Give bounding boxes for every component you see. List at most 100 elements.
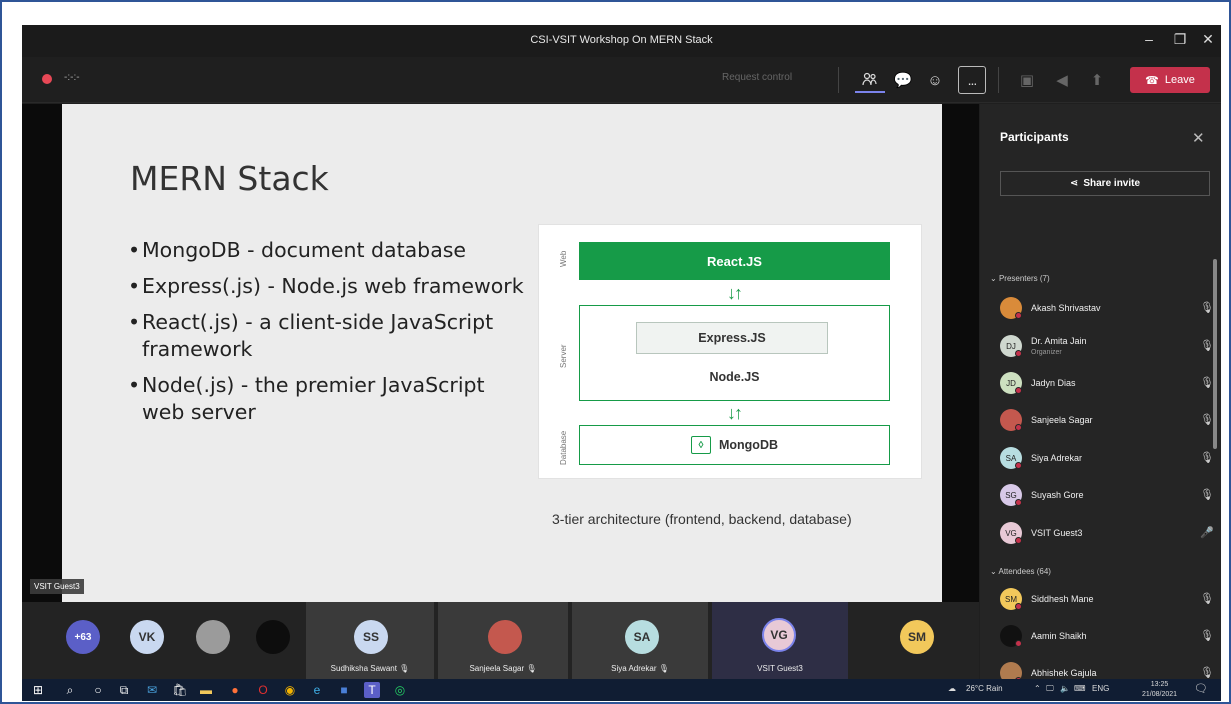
search-icon[interactable]: ⌕	[62, 682, 78, 698]
toolbar-divider	[838, 67, 839, 93]
node-label: Node.JS	[709, 370, 760, 384]
share-invite-button[interactable]: ⋖ Share invite	[1000, 171, 1210, 196]
participant-name: Suyash Gore	[1031, 490, 1084, 500]
close-icon[interactable]: ✕	[1198, 31, 1218, 48]
windows-start-icon[interactable]: ⊞	[30, 682, 46, 698]
system-clock[interactable]: 13:25 21/08/2021	[1142, 680, 1177, 700]
request-control-button[interactable]: Request control	[722, 72, 792, 83]
participant-tile[interactable]	[246, 602, 308, 679]
participant-name: Jadyn Dias	[1031, 378, 1076, 388]
overflow-count: +63	[66, 620, 100, 654]
database-icon: ◊	[690, 436, 711, 454]
presenters-header[interactable]: ⌄ Presenters (7)	[990, 274, 1050, 283]
language-indicator[interactable]: ENG	[1092, 684, 1109, 693]
participant-role: Organizer	[1031, 349, 1062, 356]
participant-tile[interactable]: SA Siya Adrekar 🎙	[572, 602, 708, 679]
tile-name: Sanjeela Sagar 🎙	[469, 664, 537, 673]
participant-row[interactable]: Sanjeela Sagar 🎙	[1000, 406, 1214, 436]
participant-tile[interactable]: SS Sudhiksha Sawant 🎙	[306, 602, 434, 679]
teams-icon[interactable]: T	[364, 682, 380, 698]
status-badge	[1015, 424, 1022, 431]
mic-muted-icon: 🎙	[1200, 667, 1214, 679]
keyboard-icon[interactable]: ⌨	[1074, 684, 1086, 693]
minimize-icon[interactable]: –	[1139, 31, 1159, 47]
participant-tile[interactable]: Sanjeela Sagar 🎙	[438, 602, 568, 679]
mic-muted-icon: 🎙	[1200, 452, 1214, 464]
participant-row[interactable]: SG Suyash Gore 🎙	[1000, 481, 1214, 511]
participant-row[interactable]: SA Siya Adrekar 🎙	[1000, 444, 1214, 474]
participant-name: Sanjeela Sagar	[1031, 415, 1093, 425]
notifications-icon[interactable]: 🗨	[1194, 682, 1208, 695]
participant-tile-active[interactable]: VG VSIT Guest3	[712, 602, 848, 679]
reactions-button[interactable]: ☺	[920, 67, 950, 93]
slide-bullet: Node(.js) - the premier JavaScript web s…	[128, 372, 528, 426]
mail-icon[interactable]: ✉	[144, 682, 160, 698]
leave-button[interactable]: ☎ Leave	[1130, 67, 1210, 93]
chat-button[interactable]: 💬	[888, 67, 918, 93]
participant-row[interactable]: SM Siddhesh Mane 🎙	[1000, 585, 1214, 615]
cortana-icon[interactable]: ○	[90, 682, 106, 698]
avatar-photo	[256, 620, 290, 654]
close-icon[interactable]: ✕	[1192, 129, 1205, 147]
presenter-name-tag: VSIT Guest3	[30, 579, 84, 594]
maximize-icon[interactable]: ❐	[1170, 31, 1190, 48]
avatar: VK	[130, 620, 164, 654]
meeting-toolbar: -:-:- Request control 💬 ☺ ... ▣ ◀ ⬆ ☎ Le…	[22, 57, 1221, 103]
volume-icon[interactable]: 🔈	[1060, 684, 1070, 693]
edge-icon[interactable]: e	[309, 682, 325, 698]
more-actions-button[interactable]: ...	[958, 66, 986, 94]
task-view-icon[interactable]: ⧉	[116, 682, 132, 698]
participant-name: VSIT Guest3	[1031, 528, 1083, 538]
avatar: VG	[762, 618, 796, 652]
participant-tile[interactable]	[182, 602, 244, 679]
mic-muted-icon: 🎙	[1200, 302, 1214, 314]
store-icon[interactable]: 🛍	[172, 682, 188, 698]
panel-scrollbar[interactable]	[1213, 259, 1217, 449]
opera-icon[interactable]: O	[255, 682, 271, 698]
zoom-icon[interactable]: ■	[336, 682, 352, 698]
chevron-up-icon[interactable]: ⌃	[1034, 684, 1041, 693]
file-explorer-icon[interactable]: ▬	[198, 682, 214, 698]
participant-row[interactable]: JD Jadyn Dias 🎙	[1000, 369, 1214, 399]
weather-text[interactable]: 26°C Rain	[966, 684, 1003, 693]
chrome-icon[interactable]: ◉	[282, 682, 298, 698]
clock-date: 21/08/2021	[1142, 691, 1178, 698]
participant-name: Abhishek Gajula	[1031, 668, 1097, 678]
tile-name: VSIT Guest3	[757, 664, 803, 673]
clock-time: 13:25	[1150, 681, 1169, 688]
recording-icon	[42, 74, 52, 84]
attendees-header[interactable]: ⌄ Attendees (64)	[990, 567, 1051, 576]
participant-tile[interactable]: VK	[117, 602, 179, 679]
whatsapp-icon[interactable]: ◎	[392, 682, 408, 698]
speaker-muted-icon: ◀	[1056, 72, 1068, 89]
mic-button[interactable]: ◀	[1047, 67, 1077, 93]
phone-hangup-icon: ☎	[1145, 74, 1159, 87]
slide-bullet: React(.js) - a client-side JavaScript fr…	[128, 309, 528, 363]
weather-icon[interactable]: ☁	[948, 684, 956, 693]
avatar: SM	[900, 620, 934, 654]
participants-button[interactable]	[855, 67, 885, 93]
participant-name: Dr. Amita Jain	[1031, 336, 1087, 346]
participant-row[interactable]: VG VSIT Guest3 🎤	[1000, 519, 1214, 549]
chat-icon: 💬	[893, 72, 913, 89]
camera-button[interactable]: ▣	[1012, 67, 1042, 93]
participant-row[interactable]: Abhishek Gajula 🎙	[1000, 659, 1214, 679]
participant-tile[interactable]: SM	[872, 602, 962, 679]
participant-row[interactable]: Akash Shrivastav 🎙	[1000, 294, 1214, 324]
network-icon[interactable]: 🖵	[1046, 684, 1054, 694]
mic-muted-icon: 🎙	[1200, 489, 1214, 501]
status-badge	[1015, 499, 1022, 506]
participant-row[interactable]: DJ Dr. Amita Jain Organizer 🎙	[1000, 332, 1214, 362]
react-tier-box: React.JS	[579, 242, 890, 280]
status-badge	[1015, 603, 1022, 610]
share-button[interactable]: ⬆	[1082, 67, 1112, 93]
avatar: SS	[354, 620, 388, 654]
mic-muted-icon: 🎙	[1200, 377, 1214, 389]
mic-muted-icon: 🎙	[399, 664, 410, 673]
firefox-icon[interactable]: ●	[227, 682, 243, 698]
participant-row[interactable]: Aamin Shaikh 🎙	[1000, 622, 1214, 652]
teams-meeting-window: CSI-VSIT Workshop On MERN Stack – ❐ ✕ -:…	[22, 25, 1221, 679]
overflow-tile[interactable]: +63	[52, 602, 112, 679]
mic-muted-icon: 🎙	[1200, 630, 1214, 642]
tile-name: Siya Adrekar 🎙	[611, 664, 669, 673]
